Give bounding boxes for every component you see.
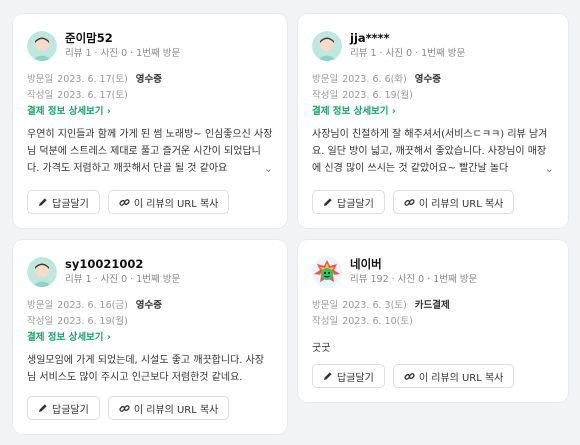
visit-info: 방문일 2023. 6. 6(화) 영수증 작성일 2023. 6. 19(월) 결제… — [312, 72, 554, 120]
review-card: 네이버 리뷰 192 · 사진 0 · 1번째 방문 방문일 2023. 6. 3(토) 카… — [298, 240, 568, 402]
reviewer-stats: 리뷰 1 · 사진 0 · 1번째 방문 — [350, 48, 466, 59]
review-card: sy10021002 리뷰 1 · 사진 0 · 1번째 방문 방문일 2023. 6. … — [13, 240, 287, 434]
visit-label: 방문일 — [312, 74, 339, 85]
reviewer-stats: 리뷰 1 · 사진 0 · 1번째 방문 — [65, 48, 181, 59]
review-text-container[interactable]: 사장님이 친절하게 잘 해주셔서(서비스ㄷㅋㅋ) 리뷰 남겨요. 일단 방이 넓… — [312, 126, 554, 177]
link-icon — [119, 403, 130, 414]
photo-count: 사진 0 — [385, 48, 413, 59]
review-count: 리뷰 1 — [65, 48, 92, 59]
visit-count: 1번째 방문 — [421, 48, 466, 59]
write-date: 2023. 6. 17(토) — [57, 90, 128, 101]
write-label: 작성일 — [312, 316, 339, 327]
payment-detail-link[interactable]: 결제 정보 상세보기 › — [27, 330, 273, 346]
reply-button-label: 답글달기 — [337, 198, 374, 210]
visit-label: 방문일 — [312, 300, 339, 311]
visit-label: 방문일 — [27, 74, 54, 85]
reply-button[interactable]: 답글달기 — [312, 190, 385, 214]
reviewer-name[interactable]: 네이버 — [350, 257, 477, 272]
copy-url-button[interactable]: 이 리뷰의 URL 복사 — [107, 396, 230, 420]
reply-button[interactable]: 답글달기 — [312, 364, 385, 388]
reviewer-stats: 리뷰 1 · 사진 0 · 1번째 방문 — [65, 274, 181, 285]
write-label: 작성일 — [312, 90, 339, 101]
pencil-icon — [38, 403, 48, 413]
write-label: 작성일 — [27, 316, 54, 327]
chevron-down-icon[interactable]: ⌄ — [520, 160, 554, 177]
photo-count: 사진 0 — [397, 274, 425, 285]
payment-detail-link[interactable]: 결제 정보 상세보기 › — [27, 104, 273, 120]
review-text-container[interactable]: 생일모임에 가게 되었는데, 시설도 좋고 깨끗합니다. 사장님 서비스도 많이… — [27, 352, 273, 386]
avatar[interactable] — [312, 257, 342, 287]
review-text-container[interactable]: 우연히 지인들과 함께 가게 된 썸 노래방~ 인심좋으신 사장님 덕분에 스트… — [27, 126, 273, 177]
copy-url-label: 이 리뷰의 URL 복사 — [133, 198, 219, 210]
link-icon — [404, 371, 415, 382]
photo-count: 사진 0 — [100, 48, 128, 59]
link-icon — [119, 197, 130, 208]
review-text-container[interactable]: 굿굿 — [312, 340, 554, 357]
review-text: 생일모임에 가게 되었는데, 시설도 좋고 깨끗합니다. 사장님 서비스도 많이… — [27, 355, 265, 383]
pencil-icon — [323, 371, 333, 381]
write-date: 2023. 6. 19(월) — [57, 316, 128, 327]
copy-url-button[interactable]: 이 리뷰의 URL 복사 — [107, 190, 230, 214]
reply-button-label: 답글달기 — [52, 404, 89, 416]
write-date: 2023. 6. 10(토) — [342, 316, 413, 327]
reply-button[interactable]: 답글달기 — [27, 190, 100, 214]
reviewer-name[interactable]: jja**** — [350, 31, 465, 46]
payment-detail-link[interactable]: 결제 정보 상세보기 › — [312, 104, 554, 120]
visit-date: 2023. 6. 6(화) — [342, 74, 407, 85]
write-date: 2023. 6. 19(월) — [342, 90, 413, 101]
chevron-down-icon[interactable]: ⌄ — [239, 160, 273, 177]
visit-count: 1번째 방문 — [433, 274, 478, 285]
visit-info: 방문일 2023. 6. 16(금) 영수증 작성일 2023. 6. 19(월) 결… — [27, 298, 273, 346]
visit-info: 방문일 2023. 6. 3(토) 카드결제 작성일 2023. 6. 10(토) — [312, 298, 554, 330]
review-text: 사장님이 친절하게 잘 해주셔서(서비스ㄷㅋㅋ) 리뷰 남겨요. 일단 방이 넓… — [312, 129, 548, 174]
visit-label: 방문일 — [27, 300, 54, 311]
visit-date: 2023. 6. 17(토) — [57, 74, 128, 85]
review-card: jja**** 리뷰 1 · 사진 0 · 1번째 방문 방문일 2023. 6. 6(화… — [298, 14, 568, 228]
review-count: 리뷰 192 — [350, 274, 389, 285]
reviewer-name[interactable]: sy10021002 — [65, 257, 180, 272]
copy-url-button[interactable]: 이 리뷰의 URL 복사 — [392, 190, 515, 214]
review-text: 굿굿 — [312, 343, 331, 354]
review-count: 리뷰 1 — [350, 48, 377, 59]
receipt-badge: 영수증 — [414, 74, 441, 85]
pencil-icon — [38, 197, 48, 207]
reviewer-name[interactable]: 준이맘52 — [65, 31, 180, 46]
copy-url-label: 이 리뷰의 URL 복사 — [133, 404, 219, 416]
link-icon — [404, 197, 415, 208]
receipt-badge: 영수증 — [135, 74, 163, 85]
copy-url-label: 이 리뷰의 URL 복사 — [418, 198, 504, 210]
review-count: 리뷰 1 — [65, 274, 92, 285]
avatar[interactable] — [27, 257, 57, 287]
receipt-badge: 영수증 — [135, 300, 163, 311]
pencil-icon — [323, 197, 333, 207]
reviewer-stats: 리뷰 192 · 사진 0 · 1번째 방문 — [350, 274, 478, 285]
visit-count: 1번째 방문 — [136, 274, 181, 285]
review-text: 우연히 지인들과 함께 가게 된 썸 노래방~ 인심좋으신 사장님 덕분에 스트… — [27, 129, 273, 174]
visit-date: 2023. 6. 16(금) — [57, 300, 128, 311]
reply-button-label: 답글달기 — [52, 198, 89, 210]
copy-url-label: 이 리뷰의 URL 복사 — [418, 372, 504, 384]
payment-badge: 카드결제 — [414, 300, 450, 311]
visit-info: 방문일 2023. 6. 17(토) 영수증 작성일 2023. 6. 17(토) 결… — [27, 72, 273, 120]
visit-count: 1번째 방문 — [136, 48, 181, 59]
write-label: 작성일 — [27, 90, 54, 101]
copy-url-button[interactable]: 이 리뷰의 URL 복사 — [392, 364, 515, 388]
avatar[interactable] — [312, 31, 342, 61]
visit-date: 2023. 6. 3(토) — [342, 300, 407, 311]
review-card: 준이맘52 리뷰 1 · 사진 0 · 1번째 방문 방문일 2023. 6. 17(토)… — [13, 14, 287, 228]
reply-button[interactable]: 답글달기 — [27, 396, 100, 420]
avatar[interactable] — [27, 31, 57, 61]
reply-button-label: 답글달기 — [337, 372, 374, 384]
photo-count: 사진 0 — [100, 274, 128, 285]
